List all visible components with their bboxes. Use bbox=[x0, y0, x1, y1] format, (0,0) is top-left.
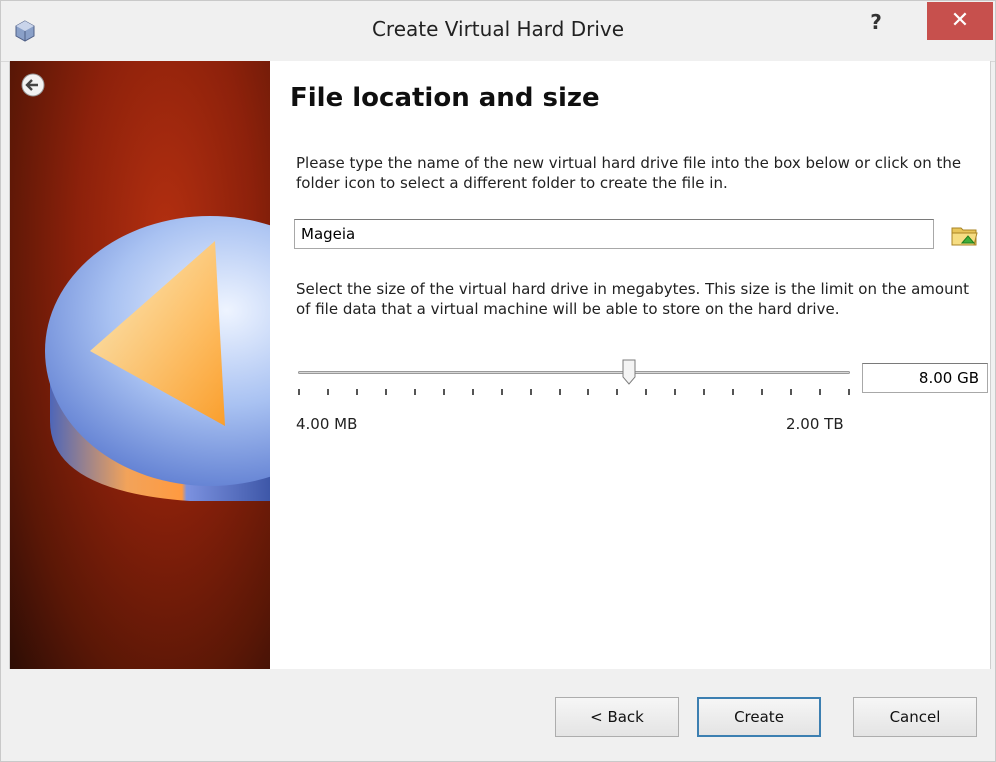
slider-tick bbox=[616, 389, 619, 395]
slider-tick bbox=[848, 389, 850, 395]
file-name-input[interactable] bbox=[294, 219, 934, 249]
dialog-window: Create Virtual Hard Drive ? ✕ File locat… bbox=[0, 0, 996, 762]
hard-drive-illustration bbox=[45, 216, 270, 501]
title-bar[interactable]: Create Virtual Hard Drive ? ✕ bbox=[1, 1, 995, 62]
slider-tick bbox=[674, 389, 677, 395]
slider-tick bbox=[442, 389, 445, 395]
close-button[interactable]: ✕ bbox=[927, 2, 993, 40]
slider-tick bbox=[413, 389, 416, 395]
help-button[interactable]: ? bbox=[861, 7, 891, 37]
slider-tick bbox=[645, 389, 648, 395]
window-title: Create Virtual Hard Drive bbox=[371, 17, 625, 41]
slider-tick bbox=[355, 389, 358, 395]
slider-tick bbox=[761, 389, 764, 395]
back-button[interactable]: < Back bbox=[555, 697, 679, 737]
button-bar: < Back Create Cancel bbox=[1, 669, 995, 761]
slider-tick bbox=[790, 389, 793, 395]
page-title: File location and size bbox=[290, 83, 600, 113]
size-min-label: 4.00 MB bbox=[296, 415, 358, 433]
slider-tick bbox=[558, 389, 561, 395]
slider-tick bbox=[384, 389, 387, 395]
slider-tick bbox=[326, 389, 329, 395]
slider-tick bbox=[500, 389, 503, 395]
slider-track[interactable] bbox=[298, 371, 850, 374]
location-description: Please type the name of the new virtual … bbox=[296, 154, 962, 192]
create-button[interactable]: Create bbox=[697, 697, 821, 737]
folder-icon[interactable] bbox=[950, 221, 980, 249]
slider-tick bbox=[529, 389, 532, 395]
slider-thumb[interactable] bbox=[622, 359, 636, 385]
wizard-content: File location and size Please type the n… bbox=[9, 61, 991, 670]
size-max-label: 2.00 TB bbox=[786, 415, 844, 433]
slider-tick bbox=[298, 389, 300, 395]
slider-tick bbox=[703, 389, 706, 395]
slider-tick bbox=[819, 389, 822, 395]
slider-tick bbox=[587, 389, 590, 395]
slider-tick bbox=[471, 389, 474, 395]
back-arrow-icon[interactable] bbox=[21, 73, 45, 97]
cancel-button[interactable]: Cancel bbox=[853, 697, 977, 737]
size-value-input[interactable] bbox=[862, 363, 988, 393]
main-panel: File location and size Please type the n… bbox=[290, 61, 988, 669]
size-slider[interactable] bbox=[298, 359, 850, 399]
wizard-side-image bbox=[10, 61, 270, 669]
slider-tick bbox=[732, 389, 735, 395]
size-description: Select the size of the virtual hard driv… bbox=[296, 280, 969, 318]
